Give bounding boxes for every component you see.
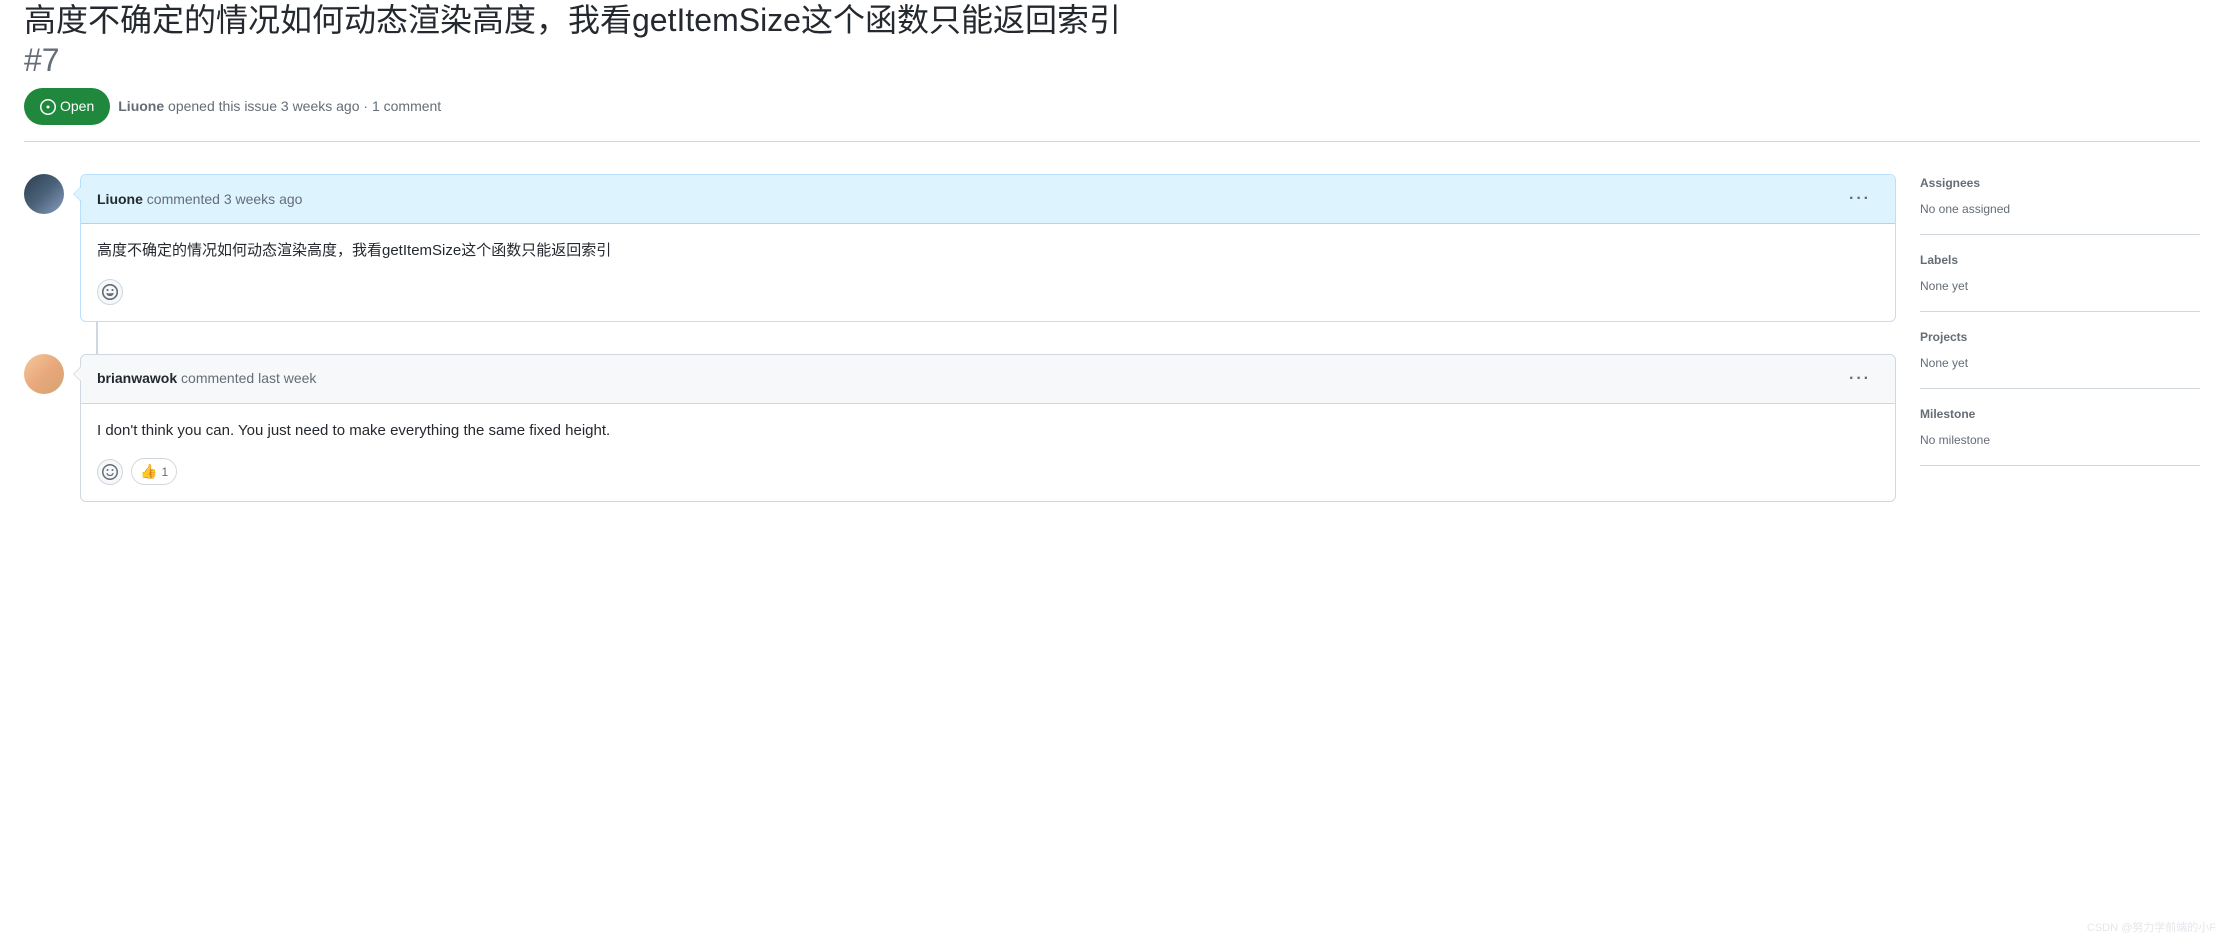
sidebar-milestone[interactable]: Milestone No milestone [1920, 389, 2200, 466]
reaction-count: 1 [161, 463, 168, 481]
issue-number: #7 [24, 42, 60, 78]
comment-menu-button[interactable]: ··· [1841, 363, 1879, 395]
issue-open-icon [40, 99, 56, 115]
timeline: Liuone commented 3 weeks ago ··· 高度不确定的情… [24, 174, 1896, 534]
comment-footer [81, 279, 1895, 321]
sidebar-title: Labels [1920, 251, 2200, 269]
sidebar-title: Projects [1920, 328, 2200, 346]
issue-header: 高度不确定的情况如何动态渲染高度，我看getItemSize这个函数只能返回索引… [24, 0, 2200, 150]
avatar[interactable] [24, 174, 64, 214]
sidebar-value: No one assigned [1920, 200, 2200, 218]
thumbsup-icon: 👍 [140, 461, 157, 482]
sidebar-assignees[interactable]: Assignees No one assigned [1920, 174, 2200, 235]
add-reaction-button[interactable] [97, 459, 123, 485]
sidebar-title: Milestone [1920, 405, 2200, 423]
comment-author-link[interactable]: brianwawok [97, 370, 177, 386]
issue-meta-comments: 1 comment [372, 98, 441, 114]
status-badge-open: Open [24, 88, 110, 125]
comment-menu-button[interactable]: ··· [1841, 183, 1879, 215]
comment-action: commented [147, 191, 220, 207]
issue-meta: Open Liuone opened this issue 3 weeks ag… [24, 88, 2200, 142]
issue-meta-line: Liuone opened this issue 3 weeks ago · 1… [118, 96, 441, 117]
issue-title: 高度不确定的情况如何动态渲染高度，我看getItemSize这个函数只能返回索引… [24, 0, 2200, 80]
sidebar-value: No milestone [1920, 431, 2200, 449]
comment-body: I don't think you can. You just need to … [81, 404, 1895, 459]
smiley-icon [102, 284, 118, 300]
comment-footer: 👍 1 [81, 458, 1895, 501]
sidebar-labels[interactable]: Labels None yet [1920, 235, 2200, 312]
comment-box: Liuone commented 3 weeks ago ··· 高度不确定的情… [80, 174, 1896, 322]
issue-author-link[interactable]: Liuone [118, 98, 164, 114]
smiley-icon [102, 464, 118, 480]
comment-header-text: brianwawok commented last week [97, 368, 316, 389]
timeline-item: brianwawok commented last week ··· I don… [24, 354, 1896, 503]
sidebar-value: None yet [1920, 277, 2200, 295]
issue-meta-separator: · [363, 98, 372, 114]
sidebar: Assignees No one assigned Labels None ye… [1920, 174, 2200, 534]
comment-time: 3 weeks ago [224, 191, 303, 207]
status-label: Open [60, 96, 94, 117]
comment-box: brianwawok commented last week ··· I don… [80, 354, 1896, 503]
reaction-thumbsup[interactable]: 👍 1 [131, 458, 177, 485]
comment-body: 高度不确定的情况如何动态渲染高度，我看getItemSize这个函数只能返回索引 [81, 224, 1895, 279]
add-reaction-button[interactable] [97, 279, 123, 305]
timeline-item: Liuone commented 3 weeks ago ··· 高度不确定的情… [24, 174, 1896, 322]
comment-header: Liuone commented 3 weeks ago ··· [81, 175, 1895, 224]
comment-author-link[interactable]: Liuone [97, 191, 143, 207]
comment-time: last week [258, 370, 316, 386]
issue-meta-time: 3 weeks ago [281, 98, 360, 114]
comment-header-text: Liuone commented 3 weeks ago [97, 189, 302, 210]
watermark: CSDN @努力学前端的小F [2087, 920, 2216, 937]
issue-meta-action: opened this issue [168, 98, 277, 114]
sidebar-value: None yet [1920, 354, 2200, 372]
comment-action: commented [181, 370, 254, 386]
issue-title-text: 高度不确定的情况如何动态渲染高度，我看getItemSize这个函数只能返回索引 [24, 2, 1121, 38]
avatar[interactable] [24, 354, 64, 394]
sidebar-projects[interactable]: Projects None yet [1920, 312, 2200, 389]
sidebar-title: Assignees [1920, 174, 2200, 192]
comment-header: brianwawok commented last week ··· [81, 355, 1895, 404]
